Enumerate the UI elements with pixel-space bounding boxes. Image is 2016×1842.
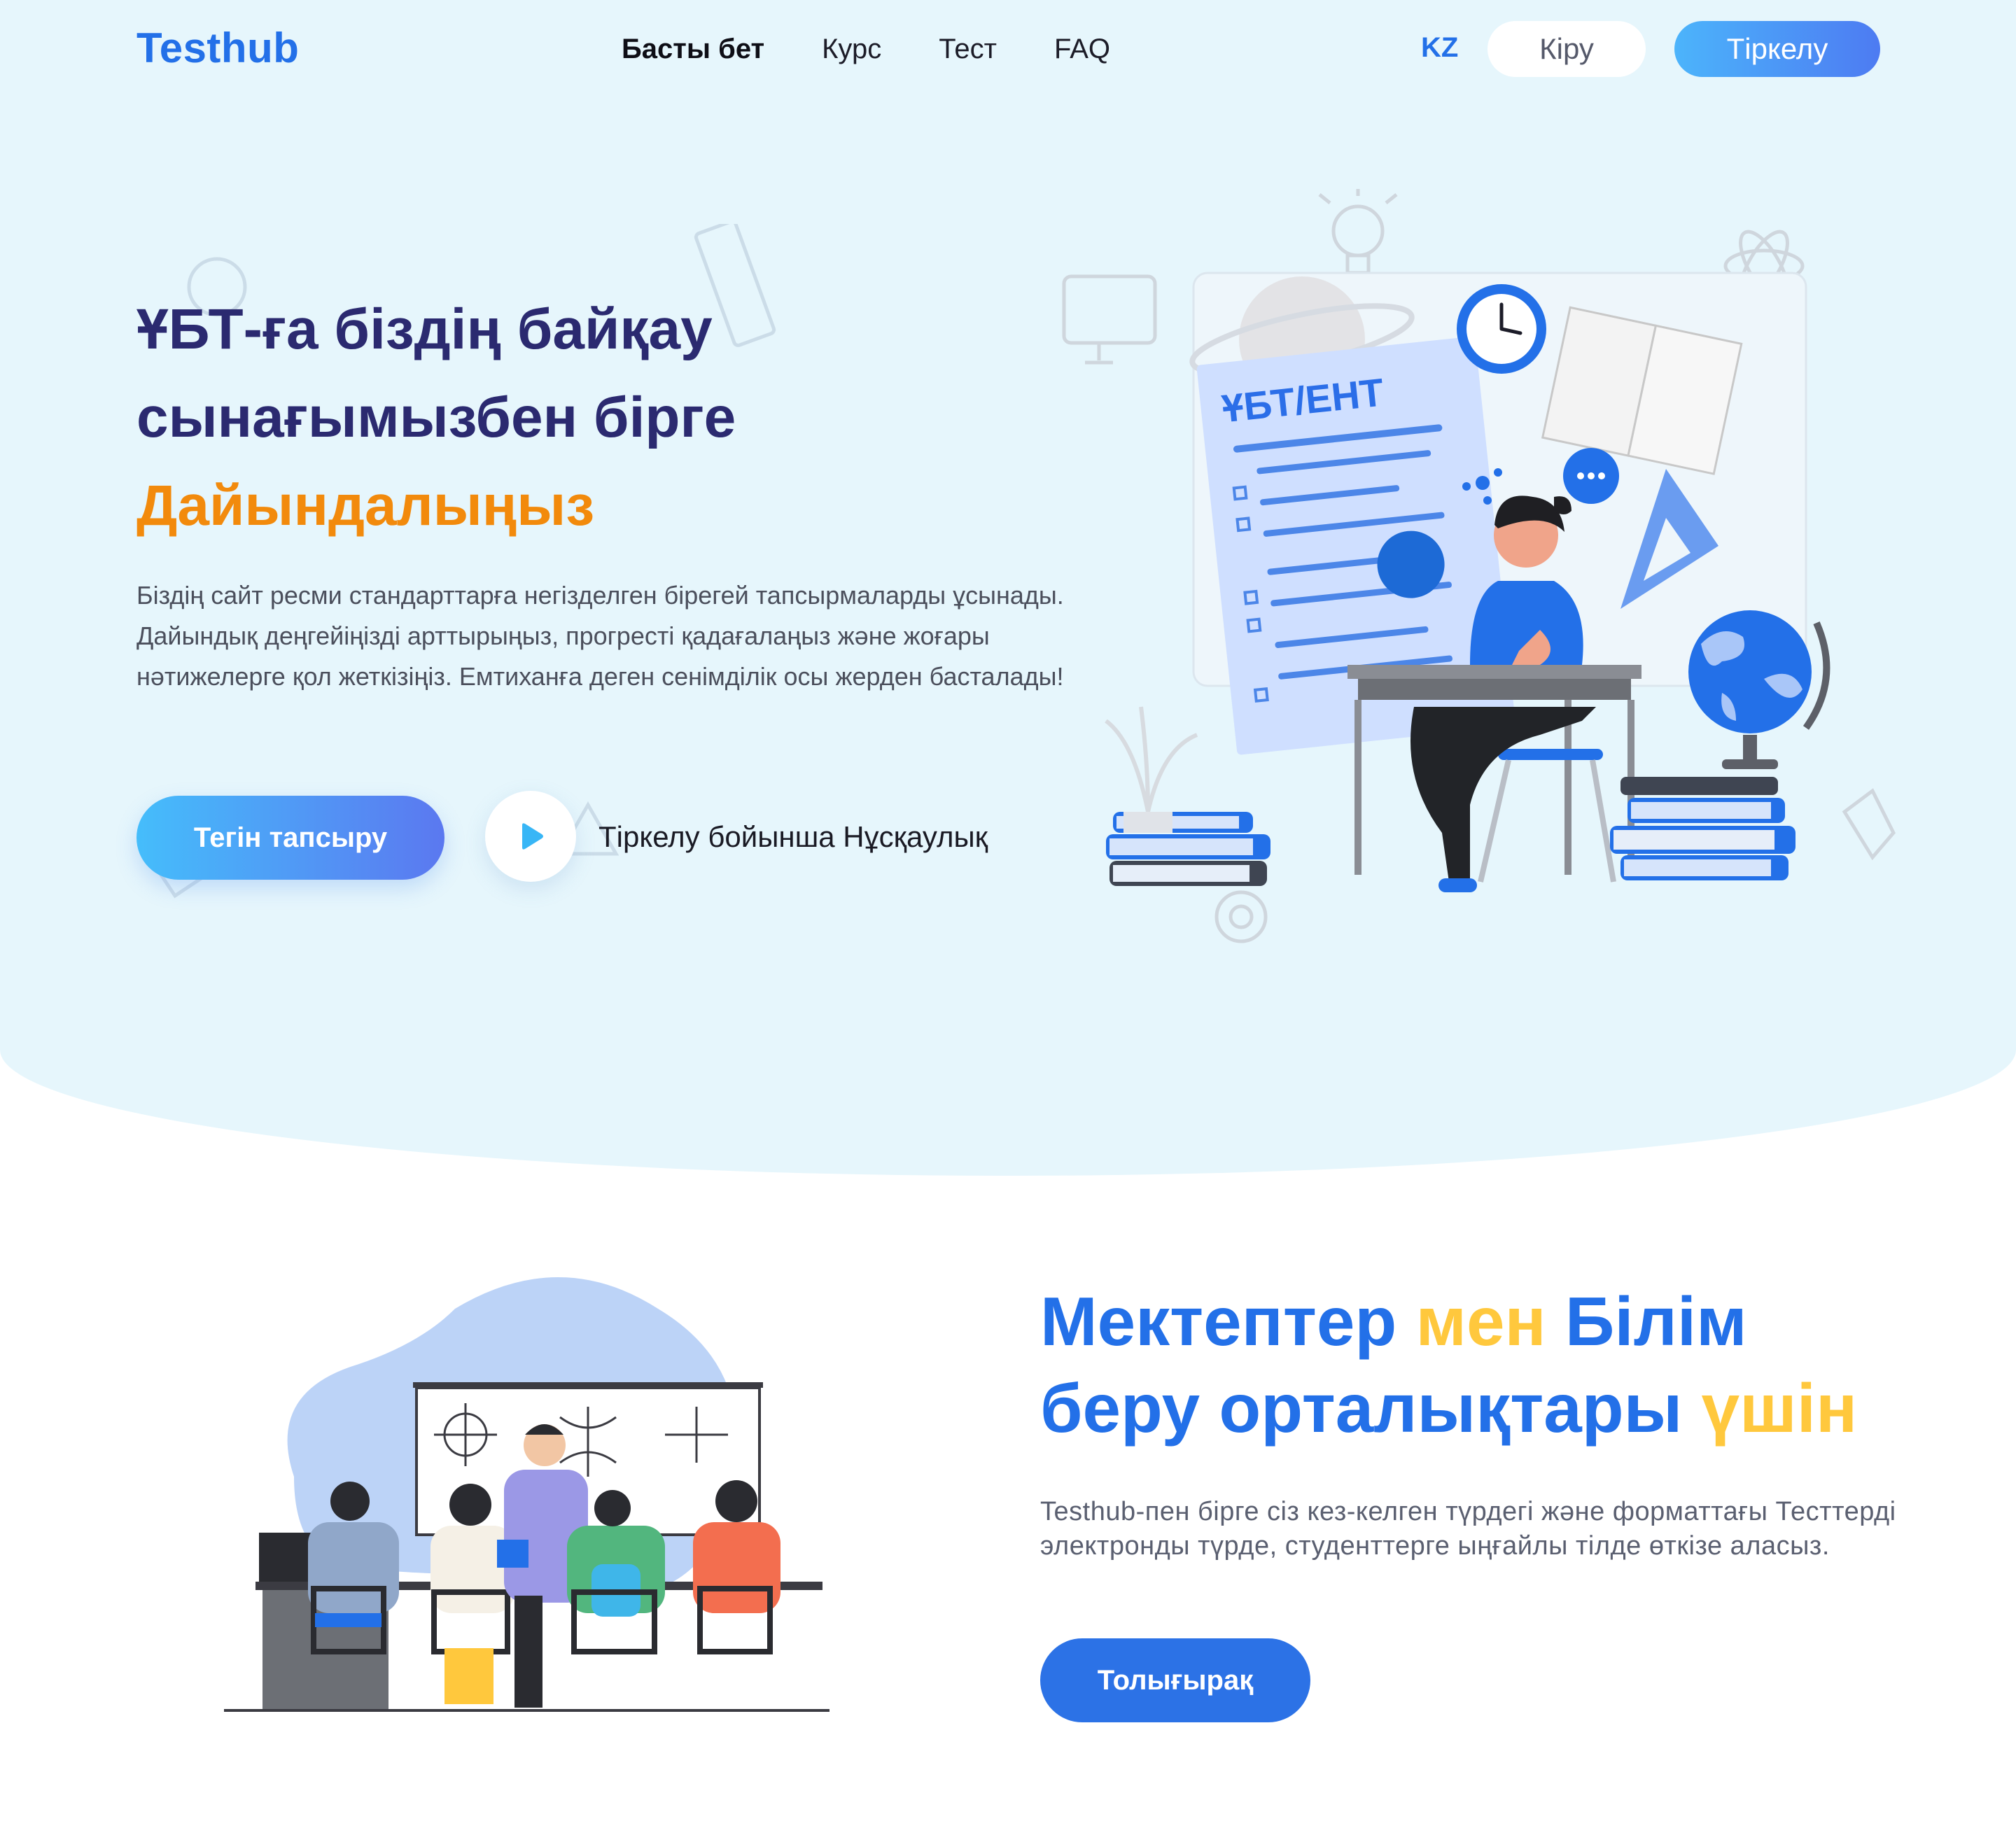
hero-title-accent: Дайындалыңыз xyxy=(136,474,595,537)
video-guide-label[interactable]: Тіркелу бойынша Нұсқаулық xyxy=(598,820,988,854)
language-switcher[interactable]: KZ xyxy=(1421,32,1458,64)
logo[interactable]: Testhub xyxy=(136,24,299,72)
schools-title-part1: Мектептер xyxy=(1040,1283,1397,1360)
schools-description: Testhub-пен бірге сіз кез-келген түрдегі… xyxy=(1040,1497,1896,1561)
free-test-button[interactable]: Тегін тапсыру xyxy=(136,796,444,880)
schools-title: Мектептер мен Білім беру орталықтары үші… xyxy=(1040,1278,1950,1451)
hero-section: Testhub Басты бет Курс Тест FAQ KZ Кіру … xyxy=(0,0,2016,1176)
schools-title-part2: мен xyxy=(1415,1283,1546,1360)
hero-title-line1: ҰБТ-ға біздің байқау xyxy=(136,297,713,361)
schools-title-part3: Білім xyxy=(1564,1283,1747,1360)
hero-illustration: ҰБТ/ЕНТ xyxy=(1062,189,1896,943)
classroom-illustration xyxy=(224,1277,830,1712)
site-header: Testhub Басты бет Курс Тест FAQ KZ Кіру … xyxy=(0,0,2016,98)
register-button[interactable]: Тіркелу xyxy=(1674,21,1880,77)
nav-item-faq[interactable]: FAQ xyxy=(1054,31,1110,67)
main-nav: Басты бет Курс Тест FAQ xyxy=(622,31,1110,67)
nav-item-test[interactable]: Тест xyxy=(939,31,997,67)
login-button[interactable]: Кіру xyxy=(1488,21,1646,77)
nav-item-home[interactable]: Басты бет xyxy=(622,31,764,67)
hero-title-line2: сынағымызбен бірге xyxy=(136,386,736,449)
learn-more-button[interactable]: Толығырақ xyxy=(1040,1638,1310,1722)
nav-item-course[interactable]: Курс xyxy=(822,31,881,67)
hero-description: Біздің сайт ресми стандарттарға негіздел… xyxy=(136,581,1064,691)
schools-title-part4: беру орталықтары xyxy=(1040,1370,1683,1447)
hero-title: ҰБТ-ға біздің байқау сынағымызбен бірге … xyxy=(136,286,836,550)
play-icon xyxy=(522,823,543,850)
schools-title-part5: үшін xyxy=(1701,1370,1858,1447)
video-play-button[interactable] xyxy=(485,791,576,882)
